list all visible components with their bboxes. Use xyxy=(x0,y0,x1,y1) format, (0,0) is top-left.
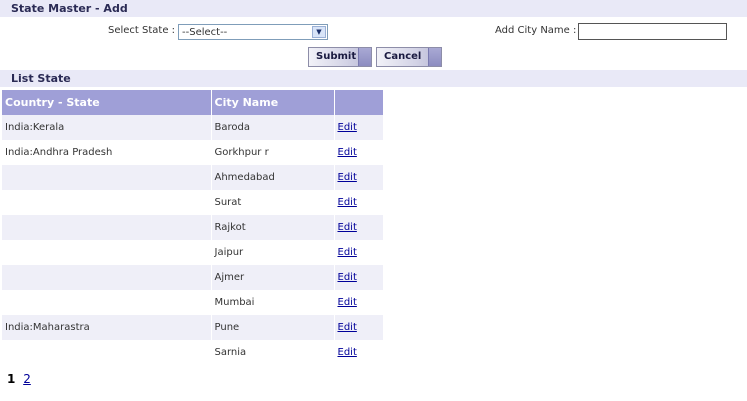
button-cap-decoration xyxy=(428,48,441,66)
page-link-2[interactable]: 2 xyxy=(23,372,31,386)
current-page-number: 1 xyxy=(7,372,16,386)
city-cell: Ajmer xyxy=(211,265,335,290)
pagination: 1 2 xyxy=(7,372,31,386)
table-row: Jaipur Edit xyxy=(2,240,384,265)
table-row: Ajmer Edit xyxy=(2,265,384,290)
button-cap-decoration xyxy=(358,48,371,66)
state-cell xyxy=(2,290,212,315)
city-cell: Jaipur xyxy=(211,240,335,265)
edit-link[interactable]: Edit xyxy=(338,147,357,158)
table-row: India:Andhra Pradesh Gorkhpur r Edit xyxy=(2,140,384,165)
edit-link[interactable]: Edit xyxy=(338,297,357,308)
add-section-title: State Master - Add xyxy=(11,2,128,15)
state-cell: India:Maharastra xyxy=(2,315,212,340)
add-city-label: Add City Name : xyxy=(495,25,577,36)
edit-link[interactable]: Edit xyxy=(338,247,357,258)
table-row: Surat Edit xyxy=(2,190,384,215)
select-state-label: Select State : xyxy=(108,25,176,36)
table-header-row: Country - State City Name xyxy=(2,90,384,115)
state-cell: India:Kerala xyxy=(2,115,212,140)
column-header-city-name: City Name xyxy=(211,90,335,115)
edit-link[interactable]: Edit xyxy=(338,322,357,333)
city-cell: Baroda xyxy=(211,115,335,140)
add-city-input[interactable] xyxy=(578,23,727,40)
select-state-dropdown[interactable]: --Select-- ▼ xyxy=(178,24,328,40)
city-cell: Gorkhpur r xyxy=(211,140,335,165)
edit-link[interactable]: Edit xyxy=(338,197,357,208)
city-cell: Sarnia xyxy=(211,340,335,365)
state-cell: India:Andhra Pradesh xyxy=(2,140,212,165)
cancel-button-label: Cancel xyxy=(384,51,422,62)
table-row: Mumbai Edit xyxy=(2,290,384,315)
edit-link[interactable]: Edit xyxy=(338,122,357,133)
add-section-header: State Master - Add xyxy=(0,0,747,17)
state-cell xyxy=(2,215,212,240)
edit-link[interactable]: Edit xyxy=(338,172,357,183)
city-cell: Pune xyxy=(211,315,335,340)
city-cell: Surat xyxy=(211,190,335,215)
state-cell xyxy=(2,240,212,265)
submit-button[interactable]: Submit xyxy=(308,47,372,67)
list-section-title: List State xyxy=(11,72,71,85)
state-city-table: Country - State City Name India:Kerala B… xyxy=(2,90,384,365)
table-row: India:Maharastra Pune Edit xyxy=(2,315,384,340)
table-row: Sarnia Edit xyxy=(2,340,384,365)
edit-link[interactable]: Edit xyxy=(338,272,357,283)
table-row: India:Kerala Baroda Edit xyxy=(2,115,384,140)
table-row: Ahmedabad Edit xyxy=(2,165,384,190)
state-cell xyxy=(2,190,212,215)
list-section-header: List State xyxy=(0,70,747,87)
city-cell: Mumbai xyxy=(211,290,335,315)
state-cell xyxy=(2,340,212,365)
state-cell xyxy=(2,165,212,190)
city-cell: Rajkot xyxy=(211,215,335,240)
state-cell xyxy=(2,265,212,290)
table-row: Rajkot Edit xyxy=(2,215,384,240)
chevron-down-icon[interactable]: ▼ xyxy=(312,26,326,38)
edit-link[interactable]: Edit xyxy=(338,347,357,358)
select-state-value: --Select-- xyxy=(182,27,228,38)
cancel-button[interactable]: Cancel xyxy=(376,47,442,67)
submit-button-label: Submit xyxy=(316,51,357,62)
column-header-country-state: Country - State xyxy=(2,90,212,115)
edit-link[interactable]: Edit xyxy=(338,222,357,233)
city-cell: Ahmedabad xyxy=(211,165,335,190)
column-header-actions xyxy=(334,90,384,115)
